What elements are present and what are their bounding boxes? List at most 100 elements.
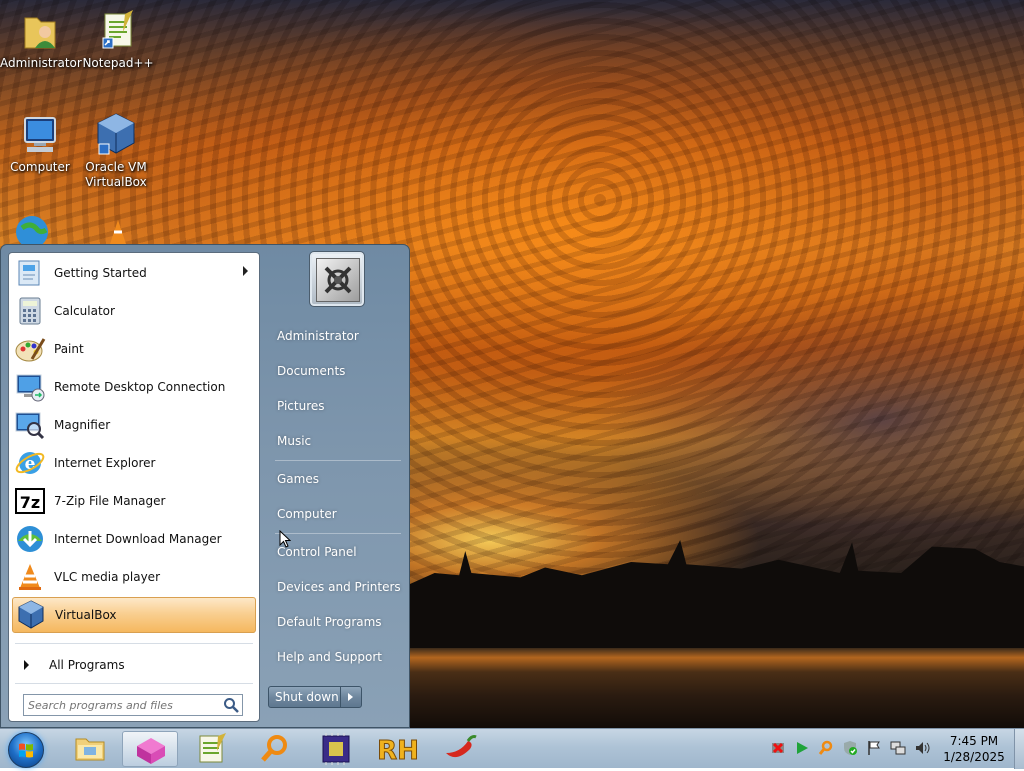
desktop-icon-computer[interactable]: Computer [0, 112, 80, 175]
all-programs-button[interactable]: All Programs [12, 652, 256, 678]
program-internet-explorer[interactable]: e Internet Explorer [12, 445, 256, 481]
taskbar: RH 7:45 PM 1/28/2025 [0, 728, 1024, 769]
7zip-icon: 7z [14, 485, 46, 517]
program-label: Remote Desktop Connection [54, 380, 226, 394]
windows-logo-icon [18, 742, 34, 758]
program-label: Internet Explorer [54, 456, 156, 470]
program-calculator[interactable]: Calculator [12, 293, 256, 329]
getting-started-icon [14, 257, 46, 289]
place-documents[interactable]: Documents [268, 357, 406, 385]
programs-pane: Getting Started Calculator Paint Remote … [8, 252, 260, 722]
chili-icon [446, 735, 477, 758]
desktop-icon-label: Administrator [0, 56, 82, 70]
separator [15, 643, 253, 644]
speaker-icon[interactable] [914, 740, 930, 756]
place-music[interactable]: Music [268, 427, 406, 455]
red-x-icon[interactable] [770, 740, 786, 756]
network-icon[interactable] [890, 740, 906, 756]
all-programs-label: All Programs [49, 658, 125, 672]
search-input[interactable] [24, 696, 222, 714]
desktop-icon-label: Computer [10, 160, 70, 174]
computer-icon [17, 112, 63, 158]
globe-icon[interactable] [14, 214, 50, 248]
place-games[interactable]: Games [268, 465, 406, 493]
virtualbox-icon [93, 112, 139, 158]
notepadpp-icon [95, 8, 141, 54]
taskbar-search-tool[interactable] [246, 731, 302, 767]
remote-desktop-icon [14, 371, 46, 403]
desktop-icon-label: Oracle VM VirtualBox [85, 160, 147, 189]
folder-icon [75, 738, 105, 761]
taskbar-resource-hacker[interactable]: RH [370, 731, 426, 767]
user-picture[interactable] [309, 251, 365, 307]
calculator-icon [14, 295, 46, 327]
magnifier-orange-icon [261, 735, 287, 762]
shutdown-button[interactable]: Shut down [268, 686, 362, 708]
place-help-support[interactable]: Help and Support [268, 643, 406, 671]
program-idm[interactable]: Internet Download Manager [12, 521, 256, 557]
program-label: 7-Zip File Manager [54, 494, 166, 508]
user-avatar [316, 258, 360, 302]
start-button[interactable] [8, 732, 44, 768]
flag-icon[interactable] [866, 740, 882, 756]
orange-search-icon[interactable] [818, 740, 834, 756]
vlc-cone-icon[interactable] [106, 218, 130, 244]
program-label: Magnifier [54, 418, 111, 432]
places-pane: Administrator Documents Pictures Music G… [261, 245, 411, 729]
program-label: Getting Started [54, 266, 147, 280]
place-computer[interactable]: Computer [268, 500, 406, 528]
lake-reflection [410, 648, 1024, 728]
shield-check-icon[interactable] [842, 740, 858, 756]
program-remote-desktop[interactable]: Remote Desktop Connection [12, 369, 256, 405]
program-label: Calculator [54, 304, 115, 318]
program-label: VLC media player [54, 570, 161, 584]
shutdown-options-arrow[interactable] [340, 687, 361, 707]
place-pictures[interactable]: Pictures [268, 392, 406, 420]
green-play-icon[interactable] [794, 740, 810, 756]
taskbar-explorer[interactable] [62, 731, 118, 767]
chip-icon [322, 733, 350, 765]
show-desktop-button[interactable] [1014, 729, 1024, 769]
clock[interactable]: 7:45 PM 1/28/2025 [938, 733, 1010, 765]
taskbar-virtualbox-manager[interactable] [122, 731, 178, 767]
program-paint[interactable]: Paint [12, 331, 256, 367]
separator [275, 460, 401, 461]
start-menu: Getting Started Calculator Paint Remote … [0, 244, 410, 728]
search-icon[interactable] [222, 696, 240, 714]
program-magnifier[interactable]: Magnifier [12, 407, 256, 443]
clock-time: 7:45 PM [949, 734, 999, 748]
program-getting-started[interactable]: Getting Started [12, 255, 256, 291]
magnifier-icon [14, 409, 46, 441]
place-default-programs[interactable]: Default Programs [268, 608, 406, 636]
place-devices-printers[interactable]: Devices and Printers [268, 573, 406, 601]
shutdown-label: Shut down [275, 690, 339, 704]
desktop-icon-virtualbox[interactable]: Oracle VM VirtualBox [76, 112, 156, 190]
user-folder-icon [17, 8, 63, 54]
submenu-arrow-icon [243, 266, 248, 276]
place-administrator[interactable]: Administrator [268, 322, 406, 350]
program-vlc[interactable]: VLC media player [12, 559, 256, 595]
program-label: VirtualBox [55, 608, 117, 622]
taskbar-pepper-app[interactable] [432, 731, 488, 767]
rh-icon: RH [377, 736, 420, 767]
separator [15, 683, 253, 684]
separator [275, 533, 401, 534]
paint-icon [14, 333, 46, 365]
program-label: Internet Download Manager [54, 532, 222, 546]
desktop-icon-administrator[interactable]: Administrator [0, 8, 82, 71]
taskbar-notepadpp[interactable] [184, 731, 240, 767]
taskbar-cpu-tool[interactable] [308, 731, 364, 767]
desktop-icon-notepadpp[interactable]: Notepad++ [78, 8, 158, 71]
virtualbox-icon [15, 599, 47, 631]
pink-cube-icon [137, 738, 165, 764]
clock-date: 1/28/2025 [943, 750, 1005, 764]
program-7zip[interactable]: 7z 7-Zip File Manager [12, 483, 256, 519]
vlc-icon [14, 561, 46, 593]
search-box[interactable] [23, 694, 243, 716]
program-virtualbox[interactable]: VirtualBox [12, 597, 256, 633]
mouse-pointer-icon [279, 529, 292, 548]
desktop-icon-label: Notepad++ [82, 56, 154, 70]
svg-text:RH: RH [377, 736, 419, 766]
program-label: Paint [54, 342, 84, 356]
svg-text:7z: 7z [20, 493, 40, 512]
